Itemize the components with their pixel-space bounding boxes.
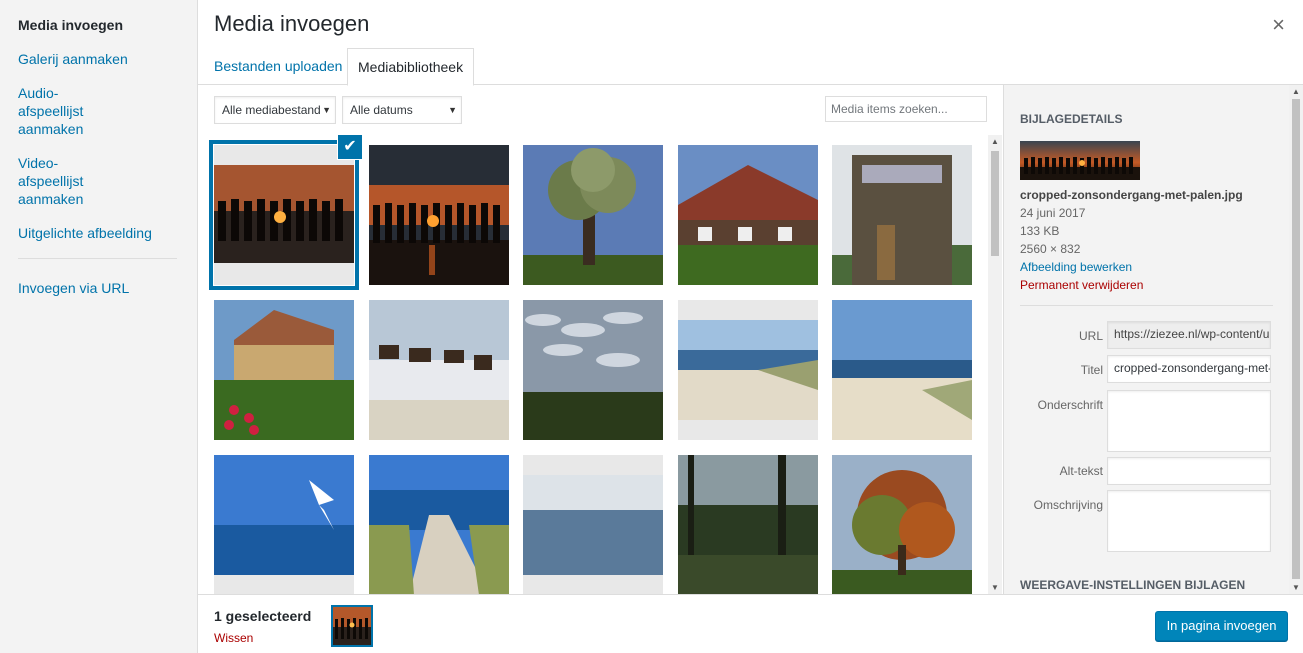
title-bar: Media invoegen × bbox=[198, 0, 1303, 50]
attachment-thumbnail[interactable] bbox=[368, 145, 509, 285]
date-filter-value: Alle datums bbox=[350, 103, 413, 117]
attachment-image bbox=[832, 145, 972, 285]
attachment-image bbox=[677, 300, 818, 440]
chevron-down-icon: ▼ bbox=[448, 105, 457, 115]
tab-bestanden-uploaden[interactable]: Bestanden uploaden bbox=[204, 48, 352, 85]
attachment-thumbnail[interactable] bbox=[677, 145, 818, 285]
attachments-toolbar: Alle mediabestand ▼ Alle datums ▼ Media … bbox=[198, 85, 1004, 135]
attachments-grid: ✔ bbox=[198, 135, 988, 594]
attachment-image bbox=[523, 455, 663, 594]
attachment-image bbox=[214, 455, 354, 594]
attachment-image bbox=[368, 455, 509, 594]
scrollbar-thumb[interactable] bbox=[1292, 99, 1300, 579]
details-divider bbox=[1020, 305, 1273, 306]
alt-text-field[interactable] bbox=[1107, 457, 1271, 485]
attachment-image bbox=[832, 455, 972, 594]
attachment-image bbox=[523, 145, 663, 285]
details-heading: Bijlagedetails bbox=[1020, 112, 1123, 126]
grid-scrollbar[interactable]: ▲ ▼ bbox=[988, 135, 1002, 594]
attachment-thumbnail[interactable] bbox=[523, 300, 663, 440]
attachment-thumbnail[interactable] bbox=[368, 300, 509, 440]
description-textarea[interactable] bbox=[1107, 490, 1271, 552]
alt-text-label: Alt-tekst bbox=[1059, 464, 1103, 478]
attachment-thumbnail[interactable] bbox=[832, 145, 972, 285]
attachment-thumbnail[interactable] bbox=[214, 145, 354, 285]
details-date: 24 juni 2017 bbox=[1020, 206, 1086, 220]
menu-item-uitgelichte-afbeelding[interactable]: Uitgelichte afbeelding bbox=[0, 224, 197, 242]
attachment-image bbox=[368, 300, 509, 440]
menu-item-galerij-aanmaken[interactable]: Galerij aanmaken bbox=[0, 50, 197, 68]
menu-separator bbox=[18, 258, 177, 259]
menu-item-media-invoegen[interactable]: Media invoegen bbox=[0, 16, 197, 34]
url-label: URL bbox=[1078, 329, 1103, 343]
attachment-thumbnail[interactable] bbox=[214, 300, 354, 440]
attachment-details-sidebar: Bijlagedetails cropped-zonsondergang-met… bbox=[1003, 85, 1289, 594]
caption-label: Onderschrift bbox=[1037, 398, 1103, 412]
url-field[interactable]: https://ziezee.nl/wp-content/uploads/201… bbox=[1107, 321, 1271, 349]
selection-count: 1 geselecteerd bbox=[214, 608, 312, 624]
scrollbar-thumb[interactable] bbox=[991, 151, 999, 256]
media-router-tabs: Bestanden uploaden Mediabibliotheek bbox=[198, 48, 1303, 86]
title-field[interactable]: cropped-zonsondergang-met-palen bbox=[1107, 355, 1271, 383]
selection-thumbnail[interactable] bbox=[331, 605, 373, 647]
attachment-image bbox=[677, 145, 818, 285]
attachment-image bbox=[214, 145, 354, 285]
attachment-image bbox=[832, 300, 972, 440]
delete-permanently-link[interactable]: Permanent verwijderen bbox=[1020, 276, 1273, 294]
attachment-thumbnail[interactable] bbox=[832, 455, 972, 594]
attachment-thumbnail[interactable] bbox=[368, 455, 509, 594]
details-thumbnail bbox=[1020, 141, 1140, 180]
details-dimensions: 2560 × 832 bbox=[1020, 242, 1081, 256]
page-title: Media invoegen bbox=[214, 11, 370, 36]
caption-textarea[interactable] bbox=[1107, 390, 1271, 452]
scroll-up-icon[interactable]: ▲ bbox=[991, 137, 999, 146]
search-input[interactable]: Media items zoeken... bbox=[825, 96, 987, 122]
close-icon[interactable]: × bbox=[1272, 12, 1285, 38]
attachment-thumbnail[interactable] bbox=[677, 455, 818, 594]
attachment-thumbnail[interactable] bbox=[677, 300, 818, 440]
insert-into-page-button[interactable]: In pagina invoegen bbox=[1155, 611, 1288, 641]
attachment-image bbox=[523, 300, 663, 440]
attachment-thumbnail[interactable] bbox=[523, 145, 663, 285]
edit-image-link[interactable]: Afbeelding bewerken bbox=[1020, 258, 1273, 276]
chevron-down-icon: ▼ bbox=[322, 105, 331, 115]
media-type-filter[interactable]: Alle mediabestand ▼ bbox=[214, 96, 336, 124]
scroll-down-icon[interactable]: ▼ bbox=[991, 583, 999, 592]
display-settings-heading: Weergave-instellingen bijlagen bbox=[1020, 578, 1246, 592]
menu-item-audio-afspeellijst[interactable]: Audio-afspeellijst aanmaken bbox=[0, 84, 140, 138]
attachment-thumbnail[interactable] bbox=[832, 300, 972, 440]
clear-selection-link[interactable]: Wissen bbox=[214, 631, 253, 645]
menu-item-video-afspeellijst[interactable]: Video-afspeellijst aanmaken bbox=[0, 154, 140, 208]
media-type-filter-value: Alle mediabestand bbox=[222, 103, 321, 117]
attachment-thumbnail[interactable] bbox=[214, 455, 354, 594]
scroll-down-icon[interactable]: ▼ bbox=[1292, 583, 1300, 592]
attachment-image bbox=[677, 455, 818, 594]
checkmark-icon[interactable]: ✔ bbox=[338, 135, 362, 159]
details-filename: cropped-zonsondergang-met-palen.jpg bbox=[1020, 188, 1243, 202]
description-label: Omschrijving bbox=[1033, 498, 1103, 512]
attachment-image bbox=[214, 300, 354, 440]
scroll-up-icon[interactable]: ▲ bbox=[1292, 87, 1300, 96]
title-label: Titel bbox=[1080, 363, 1103, 377]
media-toolbar-footer: 1 geselecteerd Wissen In pagina invoegen bbox=[198, 594, 1303, 653]
attachment-thumbnail[interactable] bbox=[523, 455, 663, 594]
media-menu: Media invoegen Galerij aanmaken Audio-af… bbox=[0, 0, 198, 653]
media-frame: Media invoegen × Bestanden uploaden Medi… bbox=[198, 0, 1303, 653]
tab-mediabibliotheek[interactable]: Mediabibliotheek bbox=[347, 48, 475, 86]
details-filesize: 133 KB bbox=[1020, 224, 1060, 238]
date-filter[interactable]: Alle datums ▼ bbox=[342, 96, 462, 124]
attachment-image bbox=[368, 145, 509, 285]
menu-item-invoegen-via-url[interactable]: Invoegen via URL bbox=[0, 279, 197, 297]
sidebar-scrollbar[interactable]: ▲ ▼ bbox=[1289, 85, 1303, 594]
